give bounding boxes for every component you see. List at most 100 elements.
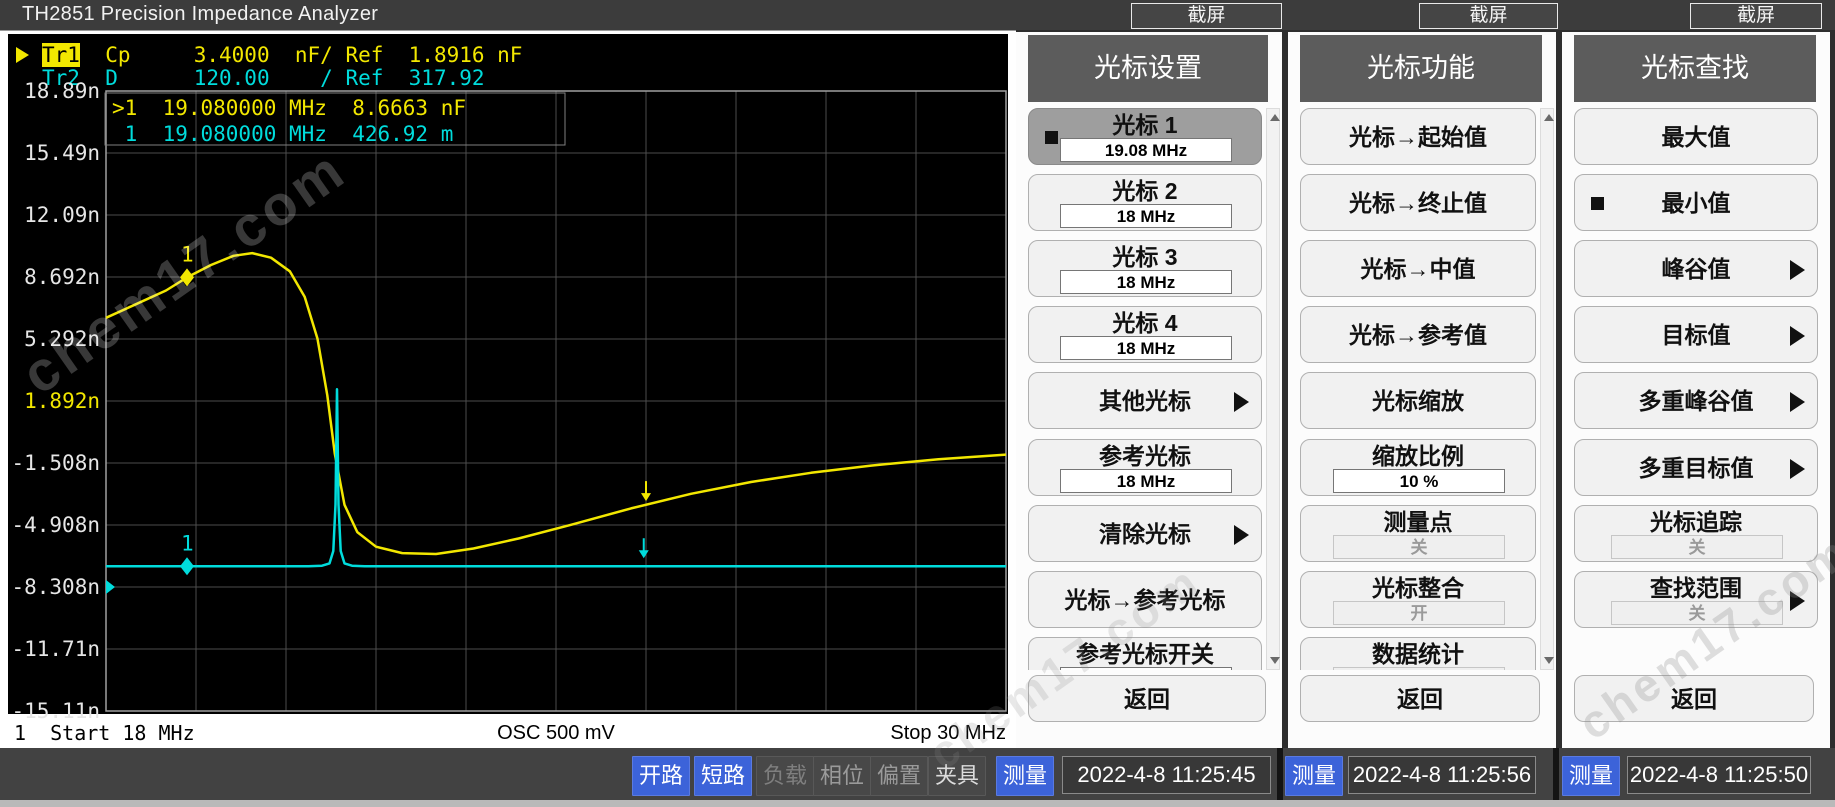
softkey-label: 光标 3 (1112, 244, 1178, 270)
softkey-label: 光标→参考光标 (1064, 587, 1226, 613)
submenu-arrow-icon (1790, 591, 1805, 611)
softkey-光标功能-测量点[interactable]: 测量点关 (1300, 505, 1536, 562)
softkey-label: 其他光标 (1099, 388, 1191, 414)
bottom-status-bar: 开路 短路 负载 相位 偏置 夹具 测量 2022-4-8 11:25:45 测量 2022-4-… (0, 748, 1835, 800)
panel-title: 光标功能 (1300, 35, 1542, 102)
scroll-up-icon[interactable] (1544, 114, 1554, 121)
softkey-光标功能-光标缩放[interactable]: 光标缩放 (1300, 372, 1536, 429)
bottombar-button-开路[interactable]: 开路 (632, 756, 690, 796)
panel-button-list: 光标 1 19.08 MHz 光标 2 18 MHz 光标 3 18 MHz 光标 4 18 … (1016, 108, 1282, 670)
y-axis-tick-label: 1.892n (24, 389, 100, 413)
softkey-光标设置-参考光标开关[interactable]: 参考光标开关 (1028, 637, 1262, 670)
marker-readout-row: >1 19.080000 MHz 8.6663 nF (112, 96, 467, 120)
softkey-value: 18 MHz (1060, 204, 1232, 228)
bottombar-button-短路[interactable]: 短路 (694, 756, 752, 796)
softkey-光标查找-最小值[interactable]: 最小值 (1574, 174, 1818, 231)
trace1-scale-text: Cp 3.4000 nF/ Ref 1.8916 nF (79, 43, 523, 67)
softkey-光标设置-光标 2[interactable]: 光标 2 18 MHz (1028, 174, 1262, 231)
softkey-光标功能-光标→起始值[interactable]: 光标→起始值 (1300, 108, 1536, 165)
channel-number: 1 (14, 721, 27, 745)
trace2-scale-text: D 120.00 / Ref 317.92 (79, 66, 485, 90)
softkey-光标设置-光标 3[interactable]: 光标 3 18 MHz (1028, 240, 1262, 297)
bottombar-button-夹具[interactable]: 夹具 (928, 756, 986, 796)
softkey-value (1060, 667, 1232, 670)
marker-number-label: 1 (181, 242, 194, 266)
title-bar: TH2851 Precision Impedance Analyzer 截屏 截屏… (0, 0, 1835, 30)
softkey-光标查找-目标值[interactable]: 目标值 (1574, 306, 1818, 363)
softkey-光标设置-清除光标[interactable]: 清除光标 (1028, 505, 1262, 562)
scroll-down-icon[interactable] (1544, 657, 1554, 664)
softkey-光标功能-缩放比例[interactable]: 缩放比例 10 % (1300, 439, 1536, 496)
active-indicator-icon (1045, 131, 1058, 144)
softkey-label: 多重目标值 (1638, 455, 1754, 481)
bottombar-button-偏置[interactable]: 偏置 (870, 756, 928, 796)
panel-button-list: 最大值 最小值 峰谷值 目标值 多重峰谷值 多重目标值 光标追踪关查找范围关 (1562, 108, 1830, 670)
panel-scrollbar[interactable] (1540, 108, 1554, 670)
softkey-光标设置-光标→参考光标[interactable]: 光标→参考光标 (1028, 571, 1262, 628)
y-axis-tick-label: 15.49n (24, 141, 100, 165)
softkey-value: 10 % (1333, 469, 1505, 493)
softkey-光标设置-光标 1[interactable]: 光标 1 19.08 MHz (1028, 108, 1262, 165)
bottombar-button-测量[interactable]: 测量 (1285, 756, 1343, 796)
timestamp-display: 2022-4-8 11:25:45 (1062, 756, 1271, 794)
softkey-label: 峰谷值 (1661, 256, 1731, 282)
app-title: TH2851 Precision Impedance Analyzer (22, 3, 379, 25)
softkey-label: 最大值 (1661, 124, 1731, 150)
softkey-光标查找-查找范围[interactable]: 查找范围关 (1574, 571, 1818, 628)
softkey-label: 查找范围 (1650, 575, 1742, 601)
softkey-label: 数据统计 (1372, 641, 1464, 667)
softkey-光标查找-多重目标值[interactable]: 多重目标值 (1574, 439, 1818, 496)
screenshot-button[interactable]: 截屏 (1690, 3, 1822, 29)
scroll-up-icon[interactable] (1270, 114, 1280, 121)
return-button[interactable]: 返回 (1300, 675, 1540, 722)
scroll-down-icon[interactable] (1270, 657, 1280, 664)
softkey-label: 光标→终止值 (1349, 190, 1487, 216)
softkey-label: 缩放比例 (1372, 443, 1464, 469)
softkey-value: 关 (1611, 535, 1783, 559)
softkey-label: 参考光标 (1099, 443, 1191, 469)
submenu-arrow-icon (1234, 525, 1249, 545)
trace1-id-chip[interactable]: Tr1 (42, 43, 80, 67)
panel-button-list: 光标→起始值光标→终止值 光标→中值光标→参考值光标缩放缩放比例 10 % 测量点关光… (1288, 108, 1556, 670)
softkey-光标功能-光标→参考值[interactable]: 光标→参考值 (1300, 306, 1536, 363)
screenshot-button[interactable]: 截屏 (1131, 3, 1282, 29)
y-axis-tick-label: 12.09n (24, 203, 100, 227)
softkey-label: 光标缩放 (1372, 388, 1464, 414)
screenshot-button[interactable]: 截屏 (1419, 3, 1558, 29)
softkey-光标功能-数据统计[interactable]: 数据统计 (1300, 637, 1536, 670)
softkey-光标功能-光标→终止值[interactable]: 光标→终止值 (1300, 174, 1536, 231)
softkey-label: 多重峰谷值 (1638, 388, 1754, 414)
softkey-光标查找-峰谷值[interactable]: 峰谷值 (1574, 240, 1818, 297)
y-axis-tick-label: 18.89n (24, 79, 100, 103)
softkey-光标设置-光标 4[interactable]: 光标 4 18 MHz (1028, 306, 1262, 363)
softkey-光标功能-光标整合[interactable]: 光标整合开 (1300, 571, 1536, 628)
softkey-value: 关 (1611, 601, 1783, 625)
softkey-value: 18 MHz (1060, 469, 1232, 493)
bottombar-button-相位[interactable]: 相位 (813, 756, 871, 796)
softkey-label: 光标整合 (1372, 575, 1464, 601)
bottombar-button-测量[interactable]: 测量 (996, 756, 1054, 796)
softkey-光标查找-光标追踪[interactable]: 光标追踪关 (1574, 505, 1818, 562)
softkey-label: 光标 1 (1112, 112, 1178, 138)
softkey-光标设置-其他光标[interactable]: 其他光标 (1028, 372, 1262, 429)
bottombar-button-测量[interactable]: 测量 (1562, 756, 1620, 796)
return-button[interactable]: 返回 (1028, 675, 1266, 722)
panel-title: 光标查找 (1574, 35, 1816, 102)
softkey-value: 19.08 MHz (1060, 138, 1232, 162)
softkey-label: 最小值 (1661, 190, 1731, 216)
submenu-arrow-icon (1790, 392, 1805, 412)
softkey-光标查找-多重峰谷值[interactable]: 多重峰谷值 (1574, 372, 1818, 429)
softkey-光标设置-参考光标[interactable]: 参考光标 18 MHz (1028, 439, 1262, 496)
softkey-label: 光标→中值 (1360, 256, 1476, 282)
panel-scrollbar[interactable] (1266, 108, 1280, 670)
marker-number-label: 1 (181, 531, 194, 555)
softkey-label: 测量点 (1383, 509, 1453, 535)
active-indicator-icon (1591, 197, 1604, 210)
softkey-光标查找-最大值[interactable]: 最大值 (1574, 108, 1818, 165)
softkey-光标功能-光标→中值[interactable]: 光标→中值 (1300, 240, 1536, 297)
softkey-label: 光标追踪 (1650, 509, 1742, 535)
submenu-arrow-icon (1790, 459, 1805, 479)
bottombar-button-负载[interactable]: 负载 (756, 756, 814, 796)
return-button[interactable]: 返回 (1574, 675, 1814, 722)
y-axis-tick-label: 5.292n (24, 327, 100, 351)
